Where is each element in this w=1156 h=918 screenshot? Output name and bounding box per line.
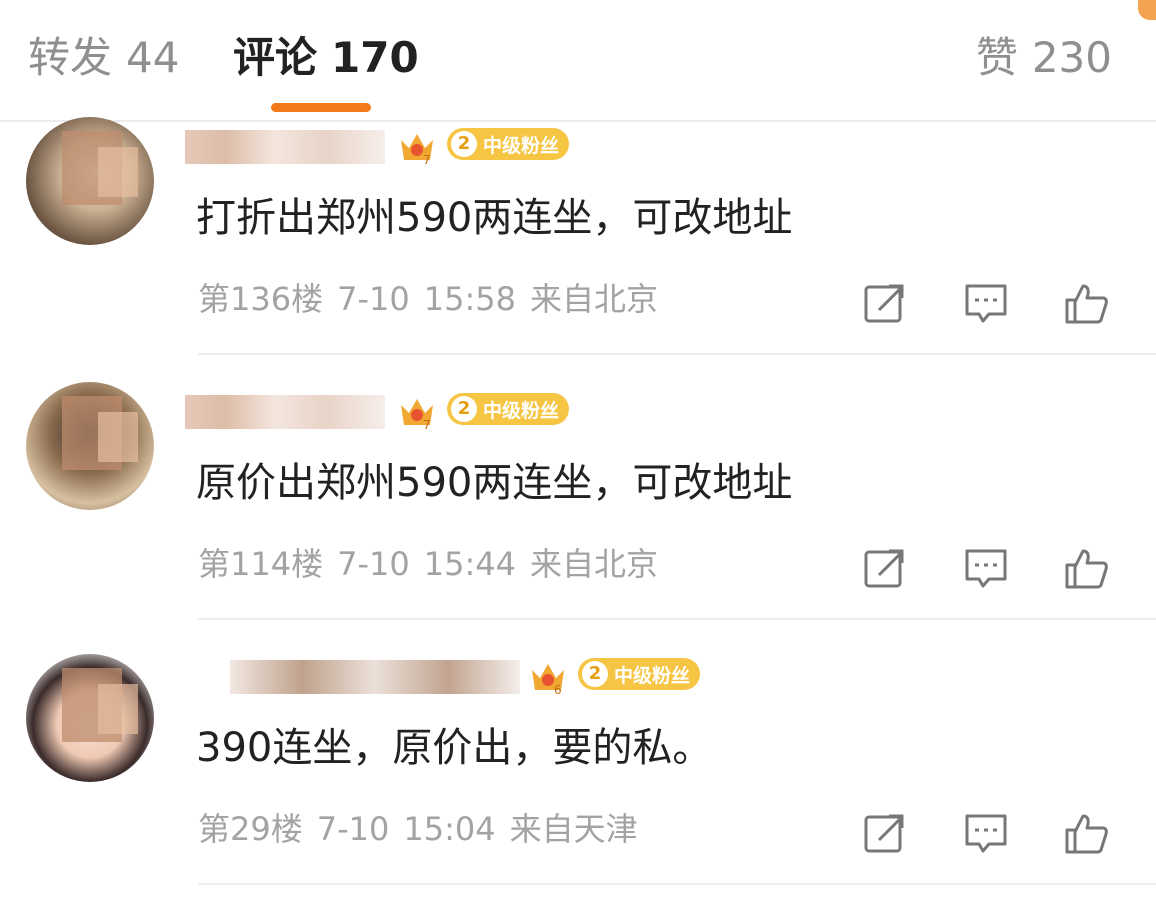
comment-time: 15:58 [423,280,516,318]
tab-comments-count: 170 [331,33,419,82]
fan-badge-label: 中级粉丝 [483,399,560,422]
fan-badge[interactable]: 2 中级粉丝 [447,393,570,425]
like-button[interactable] [1063,810,1109,856]
reply-icon [965,284,1007,323]
tab-comments-label: 评论 [233,33,318,82]
avatar[interactable] [26,382,154,510]
comment-floor: 第136楼 [198,280,324,318]
comment-time: 15:44 [423,545,516,583]
forward-button[interactable] [861,545,907,591]
crown-level: 7 [423,418,431,431]
comment-item: 7 2 中级粉丝 原价出郑州590两连坐，可改地址 第114楼 7-10 15:44… [0,382,1156,653]
tab-repost-count: 44 [126,33,180,82]
censored-username[interactable] [185,395,385,429]
crown-icon: 7 [397,126,437,166]
comment-location: 来自北京 [529,545,658,583]
comment-item: 6 2 中级粉丝 390连坐，原价出，要的私。 第29楼 7-10 15:04 来自天… [0,652,1156,918]
reply-icon [965,549,1007,588]
comment-date: 7-10 [337,545,410,583]
comment-date: 7-10 [316,810,390,848]
comment-meta: 第136楼 7-10 15:58 来自北京 [198,277,672,321]
like-icon [1065,814,1108,854]
forward-icon [864,284,904,323]
divider [198,618,1156,620]
censored-username[interactable] [230,660,520,694]
forward-icon [864,549,904,588]
active-tab-indicator [271,103,371,112]
crown-level: 7 [423,153,431,166]
like-icon [1065,284,1108,324]
fan-level: 2 [451,396,477,422]
username-row: 7 2 中级粉丝 [185,387,785,447]
comment-meta: 第29楼 7-10 15:04 来自天津 [198,807,652,851]
like-button[interactable] [1063,545,1109,591]
tab-likes-count: 230 [1031,33,1112,82]
corner-accent [1138,0,1156,20]
comment-text: 原价出郑州590两连坐，可改地址 [196,460,793,506]
censored-username[interactable] [185,130,385,164]
tab-comments[interactable]: 评论 170 [233,28,419,88]
comment-date: 7-10 [337,280,410,318]
comment-location: 来自天津 [509,810,638,848]
like-button[interactable] [1063,280,1109,326]
like-icon [1065,549,1108,589]
divider [198,353,1156,355]
forward-icon [864,814,904,853]
fan-badge[interactable]: 2 中级粉丝 [447,128,570,160]
fan-level: 2 [451,131,477,157]
fan-level: 2 [582,661,608,687]
avatar[interactable] [26,117,154,245]
avatar[interactable] [26,654,154,782]
comment-location: 来自北京 [529,280,658,318]
reply-button[interactable] [963,545,1009,591]
forward-button[interactable] [861,810,907,856]
tab-repost-label: 转发 [28,33,113,82]
username-row: 7 2 中级粉丝 [185,122,785,182]
reply-button[interactable] [963,810,1009,856]
comment-tab-bar: 转发 44 评论 170 赞 230 [0,0,1156,122]
comment-item: 7 2 中级粉丝 打折出郑州590两连坐，可改地址 第136楼 7-10 15:58… [0,117,1156,388]
tab-likes-label: 赞 [975,33,1018,82]
fan-badge-label: 中级粉丝 [483,134,560,157]
avatar-mosaic [98,147,138,197]
avatar-mosaic [98,412,138,462]
comment-floor: 第114楼 [198,545,324,583]
forward-button[interactable] [861,280,907,326]
comment-meta: 第114楼 7-10 15:44 来自北京 [198,542,672,586]
reply-icon [965,814,1007,853]
comment-floor: 第29楼 [198,810,303,848]
crown-level: 6 [554,683,562,696]
comment-text: 打折出郑州590两连坐，可改地址 [196,195,793,241]
comment-text: 390连坐，原价出，要的私。 [196,725,713,771]
divider [198,883,1156,885]
fan-badge-label: 中级粉丝 [614,664,691,687]
fan-badge[interactable]: 2 中级粉丝 [578,658,701,690]
tab-repost[interactable]: 转发 44 [28,28,179,88]
reply-button[interactable] [963,280,1009,326]
tab-likes[interactable]: 赞 230 [976,28,1112,88]
crown-icon: 6 [528,656,568,696]
username-row: 6 2 中级粉丝 [230,652,830,712]
avatar-mosaic [98,684,138,734]
comment-time: 15:04 [403,810,496,848]
crown-icon: 7 [397,391,437,431]
